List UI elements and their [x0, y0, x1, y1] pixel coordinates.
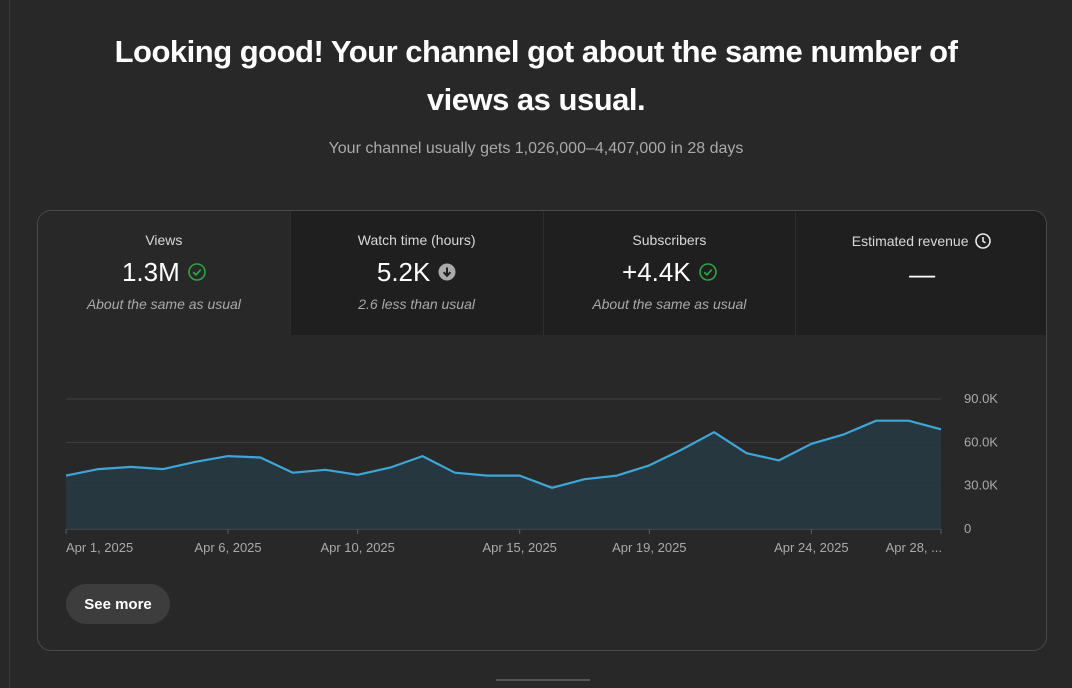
views-chart: 0 30.0K 60.0K 90.0K Apr 1, 2025 Apr 6, 2025 Ap…	[65, 391, 998, 555]
y-tick-label: 0	[964, 521, 971, 536]
x-tick-label: Apr 28, ...	[886, 540, 942, 555]
y-tick-label: 30.0K	[964, 478, 998, 493]
page-left-border	[9, 0, 10, 688]
scroll-indicator	[496, 679, 590, 681]
x-tick-label: Apr 24, 2025	[774, 540, 848, 555]
x-tick-label: Apr 6, 2025	[194, 540, 261, 555]
x-tick-label: Apr 19, 2025	[612, 540, 686, 555]
x-tick-label: Apr 1, 2025	[66, 540, 133, 555]
y-tick-label: 90.0K	[964, 391, 998, 406]
channel-summary-card: Views 1.3M About the same as usual Watch…	[37, 210, 1047, 651]
typical-range-text: Your channel usually gets 1,026,000–4,40…	[328, 140, 744, 157]
y-tick-label: 60.0K	[964, 434, 998, 449]
page-headline: Looking good! Your channel got about the…	[114, 34, 958, 117]
x-tick-label: Apr 10, 2025	[320, 540, 394, 555]
x-tick-label: Apr 15, 2025	[482, 540, 556, 555]
see-more-button[interactable]: See more	[66, 584, 170, 624]
